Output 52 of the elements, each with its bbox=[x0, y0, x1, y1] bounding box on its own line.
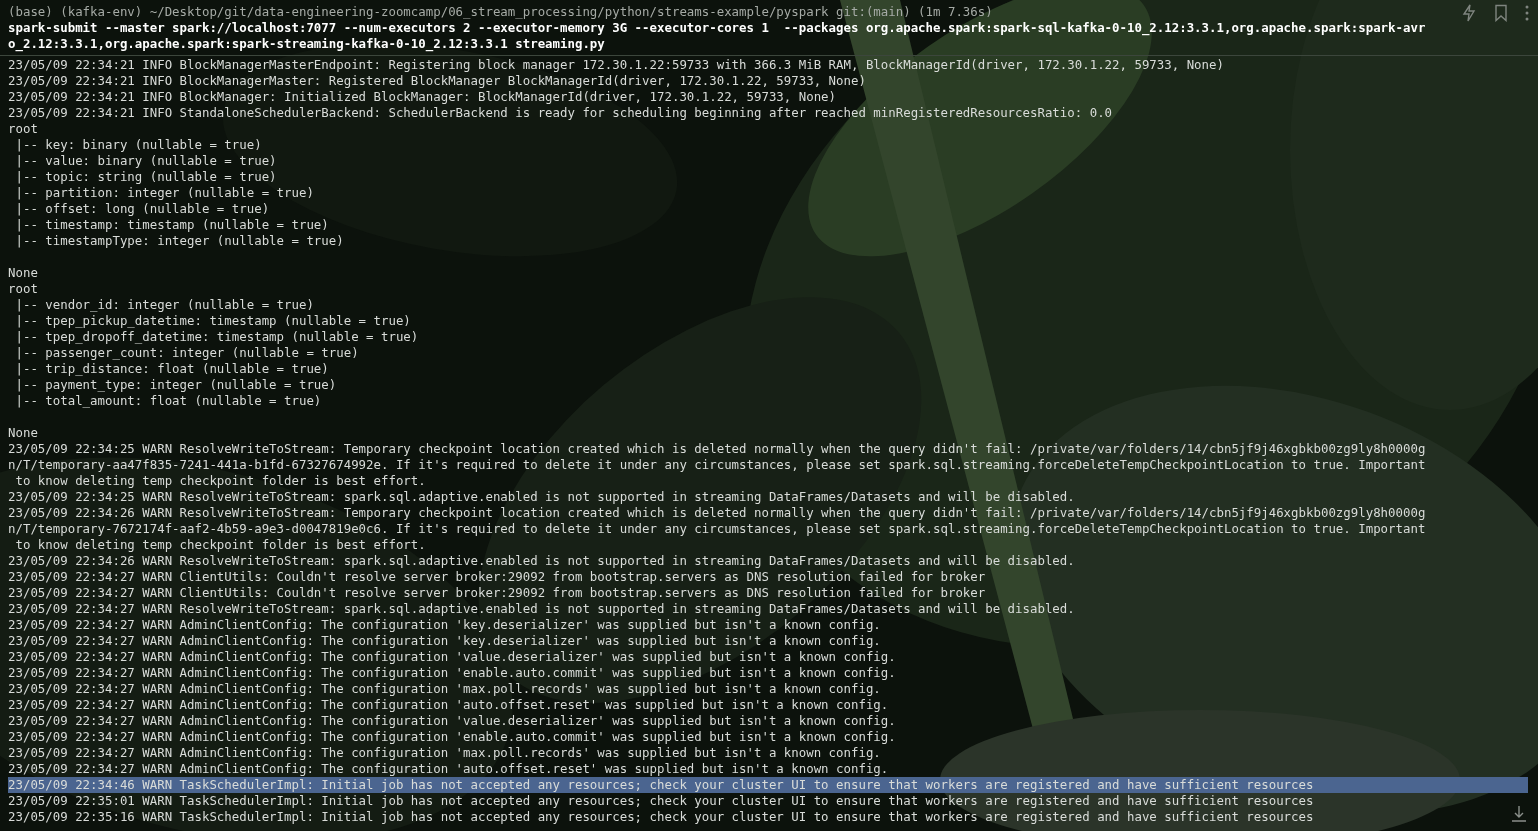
log-line: 23/05/09 22:34:27 WARN ClientUtils: Couldn't resolve server broker:29092 from bootstrap.servers as DNS resolution failed for broker bbox=[8, 585, 986, 601]
log-line: None bbox=[8, 425, 38, 441]
log-line: 23/05/09 22:34:27 WARN AdminClientConfig: The configuration 'enable.auto.commit' was supplied but isn't a known config. bbox=[8, 665, 896, 681]
log-line: |-- vendor_id: integer (nullable = true) bbox=[14, 297, 314, 313]
log-line: n/T/temporary-aa47f835-7241-441a-b1fd-67327674992e. If it's required to delete it under any circumstances, please set spark.sql.streaming.forceDeleteTempCheckpointLocation to true. Important bbox=[8, 457, 1426, 473]
log-line: 23/05/09 22:34:27 WARN AdminClientConfig: The configuration 'auto.offset.reset' was supplied but isn't a known config. bbox=[8, 761, 889, 777]
log-line: root bbox=[8, 121, 38, 137]
log-line: None bbox=[8, 265, 38, 281]
log-line: |-- partition: integer (nullable = true) bbox=[14, 185, 314, 201]
log-line: |-- tpep_dropoff_datetime: timestamp (nullable = true) bbox=[14, 329, 419, 345]
more-icon[interactable] bbox=[1524, 4, 1530, 22]
log-line: 23/05/09 22:34:27 WARN AdminClientConfig: The configuration 'value.deserializer' was supplied but isn't a known config. bbox=[8, 713, 896, 729]
command-line: spark-submit --master spark://localhost:7077 --num-executors 2 --executor-memory 3G --executor-cores 1 --packages org.apache.spark:spark-sql-kafka-0-10_2.12:3.3.1,org.apache.spark:spark-avr bbox=[8, 20, 1426, 36]
log-line: 23/05/09 22:34:27 WARN ResolveWriteToStream: spark.sql.adaptive.enabled is not supported in streaming DataFrames/Datasets and will be disabled. bbox=[8, 601, 1075, 617]
log-line: 23/05/09 22:34:27 WARN AdminClientConfig: The configuration 'enable.auto.commit' was supplied but isn't a known config. bbox=[8, 729, 896, 745]
log-line: 23/05/09 22:34:21 INFO BlockManagerMasterEndpoint: Registering block manager 172.30.1.22:59733 with 366.3 MiB RAM, BlockManagerId(driver, 172.30.1.22, 59733, None) bbox=[8, 57, 1224, 73]
log-line: 23/05/09 22:34:25 WARN ResolveWriteToStream: Temporary checkpoint location created which is deleted normally when the query didn't fail: /private/var/folders/14/cbn5jf9j46xgbkb00zg9ly8h0000g bbox=[8, 441, 1426, 457]
log-line: |-- total_amount: float (nullable = true) bbox=[14, 393, 322, 409]
log-line: 23/05/09 22:34:25 WARN ResolveWriteToStream: spark.sql.adaptive.enabled is not supported in streaming DataFrames/Datasets and will be disabled. bbox=[8, 489, 1075, 505]
log-line: |-- payment_type: integer (nullable = true) bbox=[14, 377, 337, 393]
log-line: to know deleting temp checkpoint folder is best effort. bbox=[14, 473, 426, 489]
log-line: 23/05/09 22:34:27 WARN AdminClientConfig: The configuration 'key.deserializer' was supplied but isn't a known config. bbox=[8, 633, 881, 649]
log-line: 23/05/09 22:34:21 INFO BlockManagerMaster: Registered BlockManager BlockManagerId(driver, 172.30.1.22, 59733, None) bbox=[8, 73, 866, 89]
log-line: |-- timestampType: integer (nullable = true) bbox=[14, 233, 344, 249]
log-line: 23/05/09 22:34:27 WARN AdminClientConfig: The configuration 'max.poll.records' was supplied but isn't a known config. bbox=[8, 745, 881, 761]
prompt-line: (base) (kafka-env) ~/Desktop/git/data-engineering-zoomcamp/06_stream_processing/python/streams-example/pyspark git:(main) (1m 7.36s) bbox=[8, 4, 993, 20]
log-line: 23/05/09 22:34:21 INFO BlockManager: Initialized BlockManager: BlockManagerId(driver, 172.30.1.22, 59733, None) bbox=[8, 89, 837, 105]
log-line: |-- trip_distance: float (nullable = true) bbox=[14, 361, 329, 377]
scroll-down-icon[interactable] bbox=[1510, 805, 1528, 823]
log-line: 23/05/09 22:35:16 WARN TaskSchedulerImpl: Initial job has not accepted any resources; check your cluster UI to ensure that workers are registered and have sufficient resources bbox=[8, 809, 1314, 825]
log-line: |-- key: binary (nullable = true) bbox=[14, 137, 262, 153]
log-line: |-- offset: long (nullable = true) bbox=[14, 201, 270, 217]
lightning-icon[interactable] bbox=[1460, 4, 1478, 22]
log-line: 23/05/09 22:34:21 INFO StandaloneSchedulerBackend: SchedulerBackend is ready for scheduling beginning after reached minRegisteredResourcesRatio: 0.0 bbox=[8, 105, 1113, 121]
log-line: 23/05/09 22:34:27 WARN AdminClientConfig: The configuration 'value.deserializer' was supplied but isn't a known config. bbox=[8, 649, 896, 665]
log-line: 23/05/09 22:34:27 WARN AdminClientConfig: The configuration 'max.poll.records' was supplied but isn't a known config. bbox=[8, 681, 881, 697]
log-line: 23/05/09 22:34:27 WARN ClientUtils: Couldn't resolve server broker:29092 from bootstrap.servers as DNS resolution failed for broker bbox=[8, 569, 986, 585]
log-line: to know deleting temp checkpoint folder is best effort. bbox=[14, 537, 426, 553]
log-line: |-- tpep_pickup_datetime: timestamp (nullable = true) bbox=[14, 313, 411, 329]
log-line: 23/05/09 22:34:27 WARN AdminClientConfig: The configuration 'auto.offset.reset' was supplied but isn't a known config. bbox=[8, 697, 889, 713]
log-line: 23/05/09 22:34:27 WARN AdminClientConfig: The configuration 'key.deserializer' was supplied but isn't a known config. bbox=[8, 617, 881, 633]
log-line: 23/05/09 22:34:26 WARN ResolveWriteToStream: spark.sql.adaptive.enabled is not supported in streaming DataFrames/Datasets and will be disabled. bbox=[8, 553, 1075, 569]
log-line: n/T/temporary-7672174f-aaf2-4b59-a9e3-d0047819e0c6. If it's required to delete it under any circumstances, please set spark.sql.streaming.forceDeleteTempCheckpointLocation to true. Important bbox=[8, 521, 1426, 537]
log-line: |-- topic: string (nullable = true) bbox=[14, 169, 277, 185]
log-line: root bbox=[8, 281, 38, 297]
bookmark-icon[interactable] bbox=[1492, 4, 1510, 22]
command-line: o_2.12:3.3.1,org.apache.spark:spark-streaming-kafka-0-10_2.12:3.3.1 streaming.py bbox=[8, 36, 605, 52]
log-line: 23/05/09 22:35:01 WARN TaskSchedulerImpl: Initial job has not accepted any resources; check your cluster UI to ensure that workers are registered and have sufficient resources bbox=[8, 793, 1314, 809]
log-line: 23/05/09 22:34:26 WARN ResolveWriteToStream: Temporary checkpoint location created which is deleted normally when the query didn't fail: /private/var/folders/14/cbn5jf9j46xgbkb00zg9ly8h0000g bbox=[8, 505, 1426, 521]
log-line: |-- value: binary (nullable = true) bbox=[14, 153, 277, 169]
log-line: |-- timestamp: timestamp (nullable = true) bbox=[14, 217, 329, 233]
log-line: |-- passenger_count: integer (nullable = true) bbox=[14, 345, 359, 361]
